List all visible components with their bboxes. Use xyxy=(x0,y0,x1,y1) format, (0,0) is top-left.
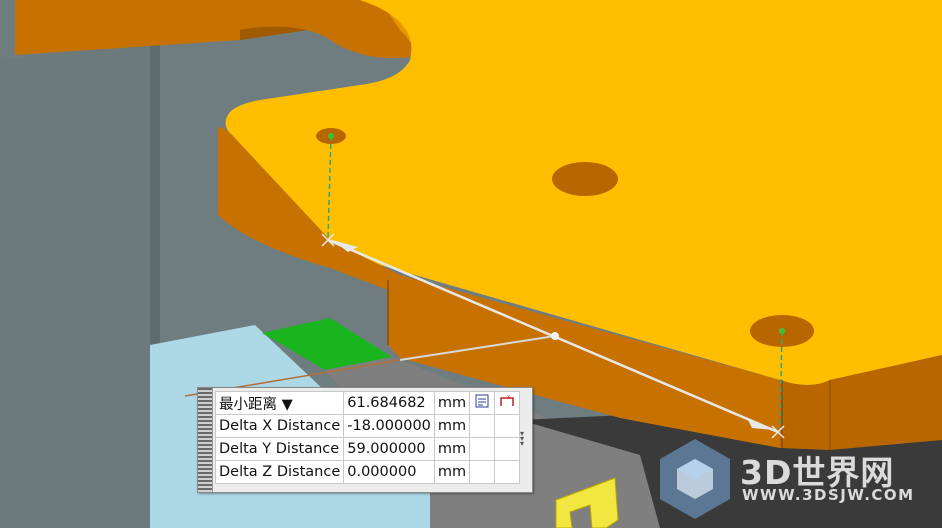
panel-drag-handle[interactable] xyxy=(198,388,213,492)
table-row: Delta X Distance -18.000000 mm xyxy=(214,414,521,438)
row-label: Delta X Distance xyxy=(214,414,345,438)
axis-point-left xyxy=(328,133,334,139)
measure-type-dropdown[interactable]: 最小距离 ▼ xyxy=(214,391,345,415)
measurement-table: 最小距离 ▼ 61.684682 mm X Delta X Distance -… xyxy=(214,391,521,484)
measure-xyz-icon[interactable]: X xyxy=(494,391,521,415)
axis-point-right xyxy=(779,328,785,334)
row-unit: mm xyxy=(433,437,471,461)
svg-text:X: X xyxy=(507,395,511,401)
measure-value: 61.684682 xyxy=(343,391,435,415)
watermark-url: WWW.3DSJW.COM xyxy=(742,486,915,504)
row-value: 0.000000 xyxy=(343,460,435,484)
watermark: 3D世界网 WWW.3DSJW.COM xyxy=(655,430,942,528)
measure-unit: mm xyxy=(433,391,471,415)
row-label: Delta Y Distance xyxy=(214,437,345,461)
left-column xyxy=(0,40,150,528)
cube-logo-icon xyxy=(660,439,730,519)
row-unit: mm xyxy=(433,460,471,484)
table-row: Delta Y Distance 59.000000 mm xyxy=(214,437,521,461)
row-label: Delta Z Distance xyxy=(214,460,345,484)
table-row: Delta Z Distance 0.000000 mm xyxy=(214,460,521,484)
row-value: -18.000000 xyxy=(343,414,435,438)
measure-midpoint xyxy=(551,332,559,340)
row-value: 59.000000 xyxy=(343,437,435,461)
hole-center xyxy=(552,162,618,196)
table-row: 最小距离 ▼ 61.684682 mm X xyxy=(214,391,521,415)
expand-arrows-icon[interactable]: ▾ ▾ ▾ xyxy=(516,430,528,448)
measurement-panel[interactable]: 最小距离 ▼ 61.684682 mm X Delta X Distance -… xyxy=(197,387,533,493)
measure-report-icon[interactable] xyxy=(469,391,496,415)
row-unit: mm xyxy=(433,414,471,438)
